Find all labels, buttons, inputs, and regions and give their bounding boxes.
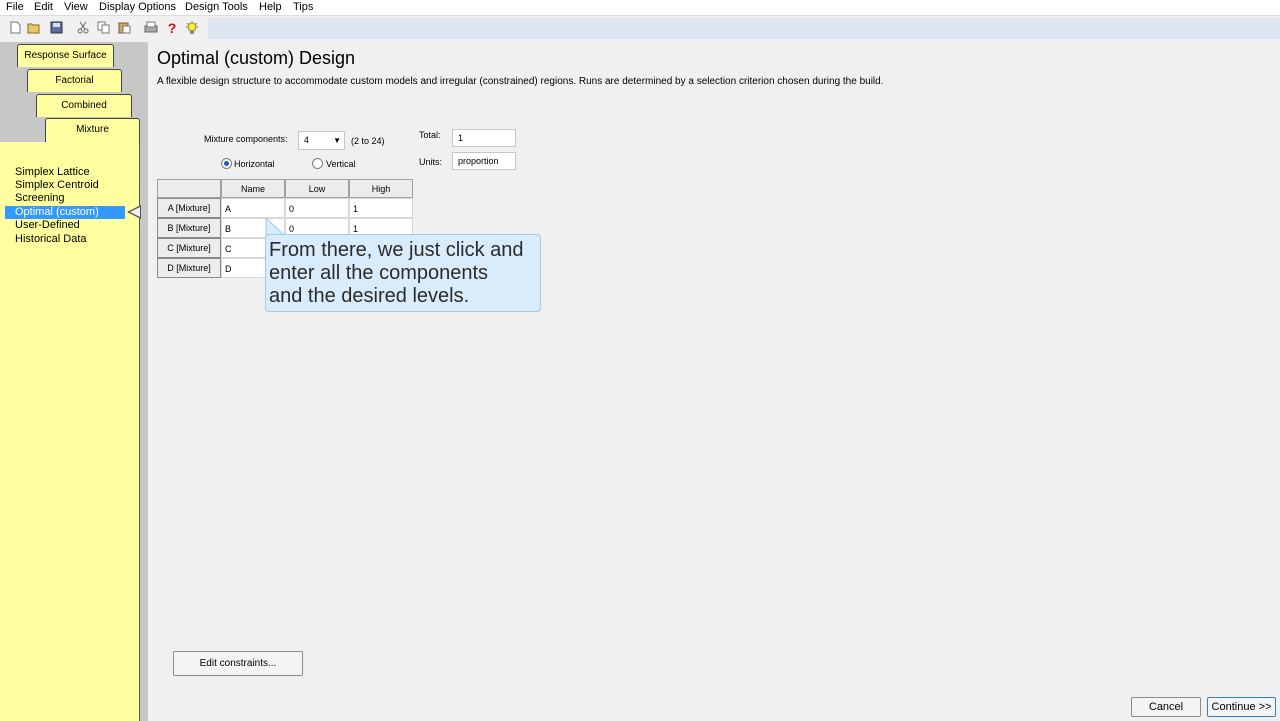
horizontal-radio[interactable] [221,158,232,169]
total-label: Total: [419,130,441,140]
copy-icon[interactable] [96,21,110,35]
tab-factorial[interactable]: Factorial [27,69,122,92]
chevron-down-icon: ▼ [333,136,341,145]
vertical-radio[interactable] [312,158,323,169]
row-header[interactable]: B [Mixture] [157,218,221,238]
nav-optimal-custom[interactable]: Optimal (custom) [5,206,125,219]
name-cell[interactable]: A [221,198,285,218]
vertical-label: Vertical [326,159,356,169]
row-header[interactable]: A [Mixture] [157,198,221,218]
row-header[interactable]: C [Mixture] [157,238,221,258]
help-question-icon[interactable]: ? [165,21,179,35]
mixture-components-label: Mixture components: [204,134,288,144]
mixture-components-value: 4 [304,135,310,145]
new-document-icon[interactable] [8,21,22,35]
table-corner [157,179,221,198]
nav-historical-data[interactable]: Historical Data [5,233,125,246]
tip-lightbulb-icon[interactable] [185,21,199,35]
menu-file[interactable]: File [6,0,24,14]
toolbar-extension [208,18,1280,39]
column-header-high: High [349,179,413,198]
column-header-low: Low [285,179,349,198]
tab-response-surface[interactable]: Response Surface [17,44,114,67]
page-title: Optimal (custom) Design [157,48,356,68]
callout-line: enter all the components [269,262,489,284]
cancel-button[interactable]: Cancel [1131,697,1201,717]
low-cell[interactable]: 0 [285,198,349,218]
row-header[interactable]: D [Mixture] [157,258,221,278]
nav-screening[interactable]: Screening [5,192,125,205]
high-cell[interactable]: 1 [349,198,413,218]
page-description: A flexible design structure to accommoda… [157,76,884,87]
column-header-name: Name [221,179,285,198]
units-field[interactable]: proportion [452,152,516,170]
save-icon[interactable] [49,21,63,35]
menu-help[interactable]: Help [259,0,282,14]
toolbar: ? [0,16,1280,41]
horizontal-label: Horizontal [234,159,275,169]
mixture-range-hint: (2 to 24) [351,136,385,146]
tutorial-callout: From there, we just click and enter all … [265,234,541,312]
menu-edit[interactable]: Edit [34,0,53,14]
nav-simplex-centroid[interactable]: Simplex Centroid [5,179,125,192]
edit-constraints-button[interactable]: Edit constraints... [173,651,303,676]
units-label: Units: [419,157,443,167]
callout-line: From there, we just click and [269,239,524,261]
print-icon[interactable] [144,21,158,35]
tab-combined[interactable]: Combined [36,94,132,117]
menu-tips[interactable]: Tips [293,0,313,14]
paste-icon[interactable] [117,21,131,35]
continue-button[interactable]: Continue >> [1207,697,1276,717]
menu-display-options[interactable]: Display Options [99,0,176,14]
menu-design-tools[interactable]: Design Tools [185,0,248,14]
open-folder-icon[interactable] [27,21,41,35]
total-field[interactable]: 1 [452,129,516,147]
menu-view[interactable]: View [64,0,88,14]
nav-simplex-lattice[interactable]: Simplex Lattice [5,166,125,179]
callout-line: and the desired levels. [269,285,470,307]
cut-icon[interactable] [76,21,90,35]
menu-bar: File Edit View Display Options Design To… [0,0,1280,16]
nav-user-defined[interactable]: User-Defined [5,219,125,232]
mixture-components-select[interactable]: 4 ▼ [298,131,345,150]
tab-mixture[interactable]: Mixture [45,118,140,144]
mixture-design-list: Simplex Lattice Simplex Centroid Screeni… [0,142,140,721]
